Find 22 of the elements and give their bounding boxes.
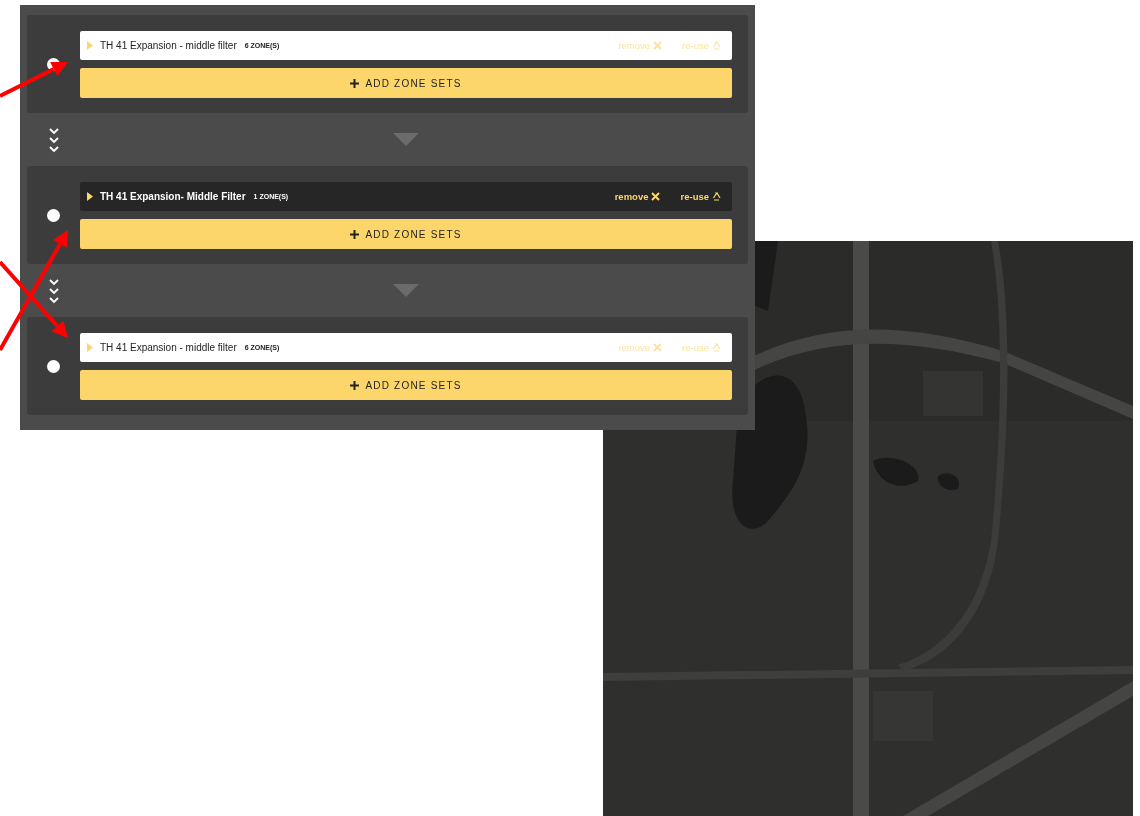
plus-icon xyxy=(350,380,360,390)
close-icon xyxy=(653,41,663,51)
chevrons-down-icon xyxy=(48,277,59,304)
close-icon xyxy=(651,192,661,202)
step-dot xyxy=(47,360,60,373)
close-icon xyxy=(653,343,663,353)
remove-button[interactable]: remove xyxy=(614,191,661,203)
step-dot xyxy=(47,209,60,222)
add-zone-sets-button[interactable]: ADD ZONE SETS xyxy=(80,219,732,249)
plus-icon xyxy=(350,78,360,88)
reuse-button[interactable]: re-use xyxy=(680,191,722,203)
filter-name: TH 41 Expansion- Middle Filter xyxy=(100,191,246,203)
triangle-down-icon xyxy=(393,133,419,146)
annotation-arrow xyxy=(0,62,68,98)
add-zone-sets-button[interactable]: ADD ZONE SETS xyxy=(80,68,732,98)
filter-name: TH 41 Expansion - middle filter xyxy=(100,342,237,354)
add-zone-sets-button[interactable]: ADD ZONE SETS xyxy=(80,370,732,400)
triangle-down-icon xyxy=(393,284,419,297)
chevrons-down-icon xyxy=(48,126,59,153)
caret-icon[interactable] xyxy=(87,192,93,202)
plus-icon xyxy=(350,229,360,239)
filter-name: TH 41 Expansion - middle filter xyxy=(100,40,237,52)
